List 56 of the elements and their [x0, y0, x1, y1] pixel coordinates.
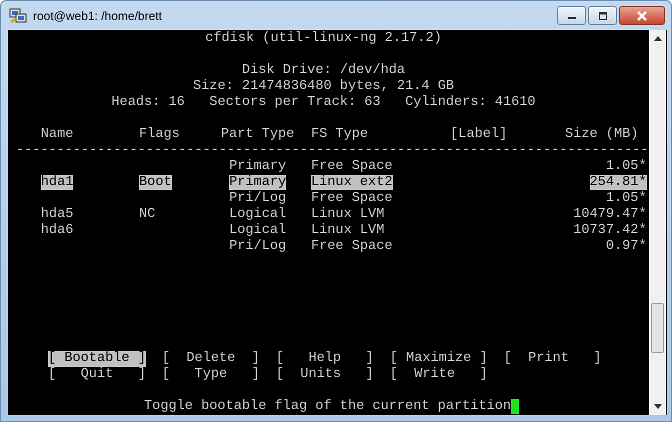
table-cell[interactable]: Primary	[229, 159, 286, 174]
table-cell[interactable]: Boot	[139, 175, 172, 190]
table-cell[interactable]: Linux ext2	[310, 175, 393, 190]
table-cell[interactable]: 254.81*	[590, 175, 647, 190]
column-header: Flags	[139, 127, 181, 143]
close-button[interactable]	[619, 6, 665, 25]
computer-icon	[9, 8, 27, 24]
table-cell[interactable]: 10479.47*	[573, 207, 647, 222]
menu-option[interactable]: [ Help ]	[276, 351, 374, 367]
table-cell[interactable]: 0.97*	[606, 239, 647, 254]
table-cell[interactable]: Pri/Log	[229, 191, 286, 206]
menu-option[interactable]: [ Type ]	[162, 367, 260, 383]
table-cell[interactable]: Primary	[229, 175, 286, 190]
column-header: [Label]	[450, 127, 508, 143]
table-cell[interactable]: Linux LVM	[310, 223, 384, 238]
column-header: Name	[40, 127, 74, 143]
minimize-button[interactable]	[557, 6, 586, 25]
column-header: FS Type	[310, 127, 370, 143]
column-header: Part Type	[220, 127, 296, 143]
menu-option[interactable]: [ Quit ]	[48, 367, 146, 383]
window-title: root@web1: /home/brett	[33, 8, 163, 22]
table-cell[interactable]: 10737.42*	[573, 223, 647, 238]
table-cell[interactable]: Logical	[229, 223, 286, 238]
header-line: Disk Drive: /dev/hda	[242, 63, 406, 78]
table-cell[interactable]: 1.05*	[606, 159, 647, 174]
table-cell[interactable]: Free Space	[310, 239, 393, 254]
table-cell[interactable]: NC	[139, 207, 156, 222]
menu-option[interactable]: [ Units ]	[276, 367, 374, 383]
status-message: Toggle bootable flag of the current partition	[144, 399, 512, 415]
table-cell[interactable]: Free Space	[310, 159, 393, 174]
menu-option[interactable]: [ Print ]	[504, 351, 602, 367]
table-cell[interactable]: hda5	[40, 207, 74, 222]
divider-line: ------------------------------------------------------------------------------	[15, 143, 649, 159]
header-line: Size: 21474836480 bytes, 21.4 GB	[192, 79, 454, 94]
menu-option[interactable]: [ Write ]	[390, 367, 488, 383]
table-cell[interactable]: Logical	[229, 207, 286, 222]
menu-option[interactable]: [ Maximize ]	[390, 351, 488, 367]
table-cell[interactable]: Linux LVM	[310, 207, 384, 222]
column-header: Size (MB)	[564, 127, 638, 143]
table-cell[interactable]: Free Space	[310, 191, 393, 206]
maximize-icon	[598, 12, 608, 20]
maximize-button[interactable]	[588, 6, 617, 25]
close-icon	[636, 10, 648, 20]
table-cell[interactable]: hda1	[40, 175, 74, 190]
scrollbar-thumb[interactable]	[651, 303, 664, 353]
menu-option[interactable]: [ Delete ]	[162, 351, 260, 367]
text-cursor	[511, 399, 520, 414]
scroll-up-icon[interactable]	[654, 36, 662, 41]
table-cell[interactable]: Pri/Log	[229, 239, 286, 254]
header-line: Heads: 16 Sectors per Track: 63 Cylinders: 41610	[111, 95, 536, 110]
header-line: cfdisk (util-linux-ng 2.17.2)	[205, 31, 442, 46]
table-cell[interactable]: 1.05*	[606, 191, 647, 206]
scrollbar[interactable]	[649, 30, 666, 415]
scroll-down-icon[interactable]	[654, 404, 662, 409]
table-cell[interactable]: hda6	[40, 223, 74, 238]
menu-option[interactable]: [ Bootable ]	[48, 351, 146, 367]
